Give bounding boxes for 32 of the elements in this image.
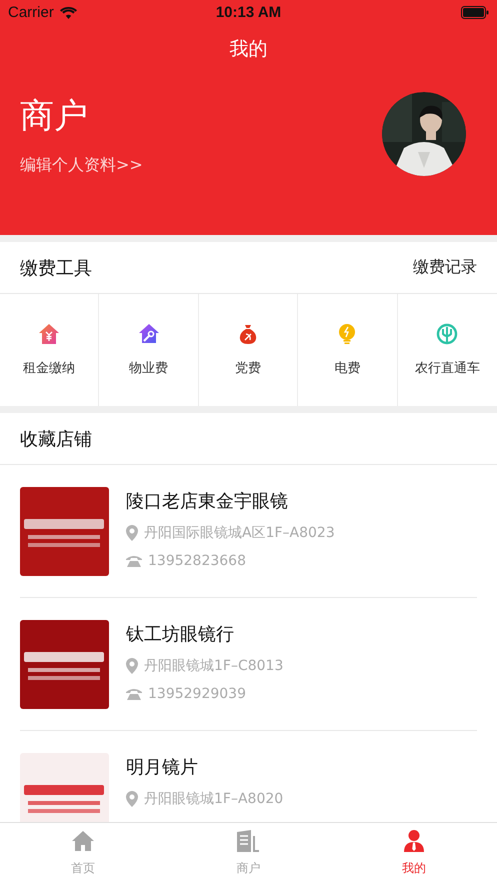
store-address: 丹阳眼镜城1F–C8013 (144, 657, 284, 675)
store-item[interactable]: 钛工坊眼镜行 丹阳眼镜城1F–C8013 13952929039 (20, 598, 477, 731)
person-icon (403, 830, 426, 852)
house-yen-icon (38, 323, 60, 345)
store-name: 陵口老店東金宇眼镜 (126, 490, 288, 513)
status-time: 10:13 AM (216, 4, 282, 21)
bank-logo-icon (436, 323, 458, 345)
store-address: 丹阳眼镜城1F–A8020 (144, 790, 284, 808)
tab-bar-item[interactable]: 我的 (331, 823, 497, 883)
telephone-icon (126, 688, 142, 700)
store-phone: 13952929039 (148, 686, 246, 702)
payment-records-link[interactable]: 缴费记录 (413, 257, 477, 278)
store-name: 钛工坊眼镜行 (126, 623, 234, 646)
store-name: 明月镜片 (126, 756, 198, 779)
carrier-label: Carrier (8, 4, 54, 21)
section-title: 缴费工具 (20, 256, 92, 280)
telephone-icon (126, 555, 142, 567)
battery-icon (461, 6, 489, 19)
merchant-name: 商户 (20, 94, 88, 138)
location-pin-icon (126, 525, 138, 541)
location-pin-icon (126, 658, 138, 674)
location-pin-icon (126, 791, 138, 807)
building-icon (237, 830, 260, 852)
wifi-icon (60, 6, 77, 18)
store-item[interactable]: 陵口老店東金宇眼镜 丹阳国际眼镜城A区1F–A8023 13952823668 (20, 465, 477, 598)
payment-tool-item[interactable]: 农行直通车 (398, 294, 497, 406)
house-wrench-icon (138, 323, 160, 345)
store-phone: 13952823668 (148, 553, 246, 569)
home-icon (72, 830, 94, 852)
store-address: 丹阳国际眼镜城A区1F–A8023 (144, 524, 335, 542)
page-title: 我的 (230, 37, 268, 62)
section-title: 收藏店铺 (20, 428, 92, 450)
